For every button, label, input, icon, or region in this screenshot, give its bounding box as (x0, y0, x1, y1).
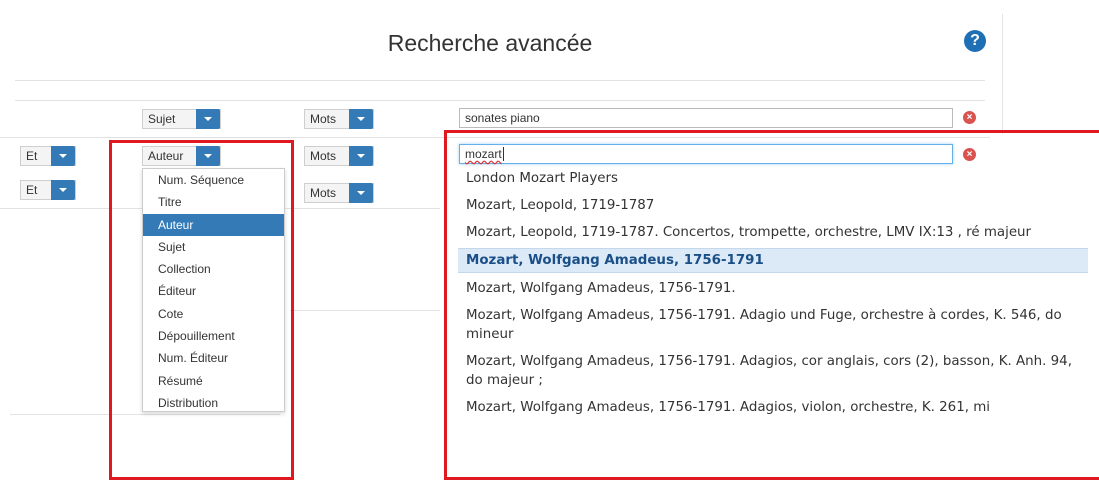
chevron-down-icon[interactable] (349, 146, 373, 166)
clear-icon[interactable]: × (963, 111, 976, 124)
annotation-box (444, 130, 1099, 480)
mode-select[interactable]: Mots (304, 183, 374, 203)
search-term-input[interactable]: sonates piano (459, 108, 953, 128)
annotation-box (109, 140, 294, 480)
mode-select-label: Mots (310, 112, 337, 126)
chevron-down-icon[interactable] (349, 183, 373, 203)
divider (15, 100, 985, 101)
divider (15, 80, 985, 81)
chevron-down-icon[interactable] (51, 180, 75, 200)
field-select-label: Sujet (148, 112, 176, 126)
mode-select-label: Mots (310, 186, 337, 200)
mode-select[interactable]: Mots (304, 109, 374, 129)
chevron-down-icon[interactable] (51, 146, 75, 166)
chevron-down-icon[interactable] (349, 109, 373, 129)
divider (290, 310, 440, 311)
operator-select-label: Et (26, 149, 38, 163)
question-circle-icon[interactable]: ? (964, 30, 986, 52)
mode-select[interactable]: Mots (304, 146, 374, 166)
operator-select-label: Et (26, 183, 38, 197)
operator-select[interactable]: Et (20, 180, 76, 200)
field-select[interactable]: Sujet (142, 109, 221, 129)
page-title: Recherche avancée (387, 30, 593, 56)
mode-select-label: Mots (310, 149, 337, 163)
chevron-down-icon[interactable] (196, 109, 220, 129)
operator-select[interactable]: Et (20, 146, 76, 166)
divider (1002, 14, 1003, 134)
